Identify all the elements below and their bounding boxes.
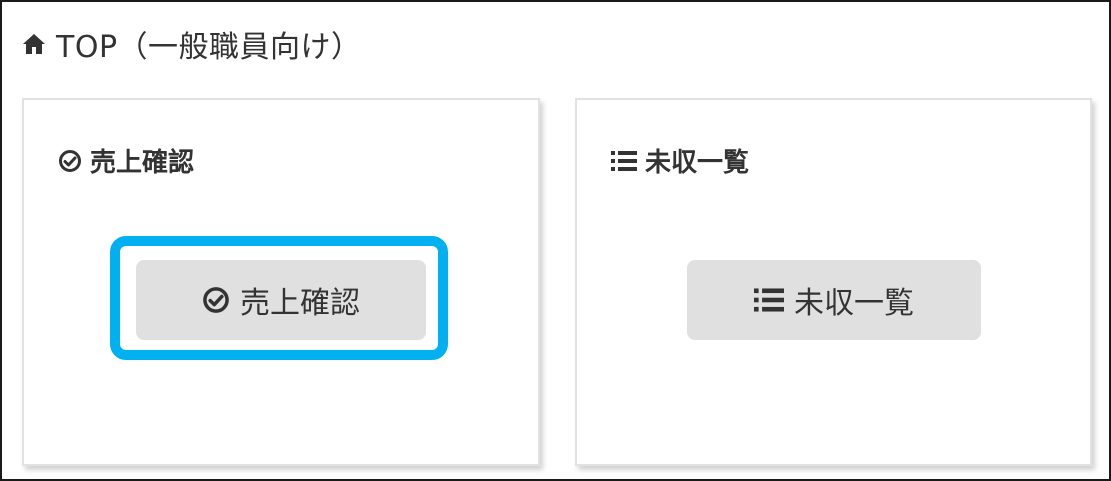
page-title: TOP（一般職員向け） — [56, 30, 362, 65]
unpaid-list-card-label: 未収一覧 — [645, 148, 750, 178]
check-circle-icon — [202, 286, 230, 314]
app-frame: TOP（一般職員向け） 売上確認 売上確認 未収一覧 未収一覧 — [0, 0, 1111, 481]
page-header: TOP（一般職員向け） — [22, 22, 362, 66]
unpaid-list-button-label: 未収一覧 — [794, 286, 914, 321]
unpaid-list-card-title: 未収一覧 — [611, 142, 749, 179]
unpaid-list-button[interactable]: 未収一覧 — [687, 260, 981, 340]
home-icon — [22, 33, 46, 55]
list-icon — [611, 150, 637, 172]
sales-confirm-card-title: 売上確認 — [58, 142, 194, 179]
check-circle-icon — [58, 149, 82, 173]
list-icon — [754, 287, 784, 313]
sales-confirm-button[interactable]: 売上確認 — [136, 260, 426, 340]
unpaid-list-card: 未収一覧 未収一覧 — [575, 98, 1092, 466]
sales-confirm-button-label: 売上確認 — [240, 286, 360, 321]
sales-confirm-card-label: 売上確認 — [90, 148, 195, 178]
sales-confirm-card: 売上確認 売上確認 — [22, 98, 540, 466]
